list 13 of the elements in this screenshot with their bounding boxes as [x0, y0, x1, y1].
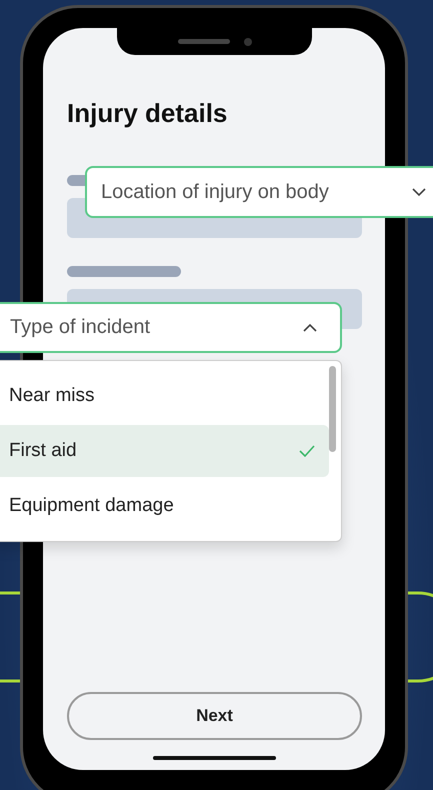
camera-icon — [244, 38, 252, 46]
dropdown-option[interactable]: First aid — [0, 425, 329, 477]
scrollbar-thumb[interactable] — [329, 366, 336, 452]
screen-title: Injury details — [67, 98, 228, 129]
chevron-icon — [412, 188, 426, 196]
next-button[interactable]: Next — [67, 692, 362, 740]
dropdown-option[interactable]: Equipment damage — [0, 480, 329, 532]
location-dropdown[interactable]: Location of injury on body — [85, 166, 433, 218]
checkmark-icon — [299, 445, 315, 457]
incident-dropdown[interactable]: Type of incident — [0, 302, 342, 353]
speaker-icon — [178, 39, 230, 44]
dropdown-option[interactable]: Near miss — [0, 370, 329, 422]
chevron-icon — [303, 323, 317, 332]
